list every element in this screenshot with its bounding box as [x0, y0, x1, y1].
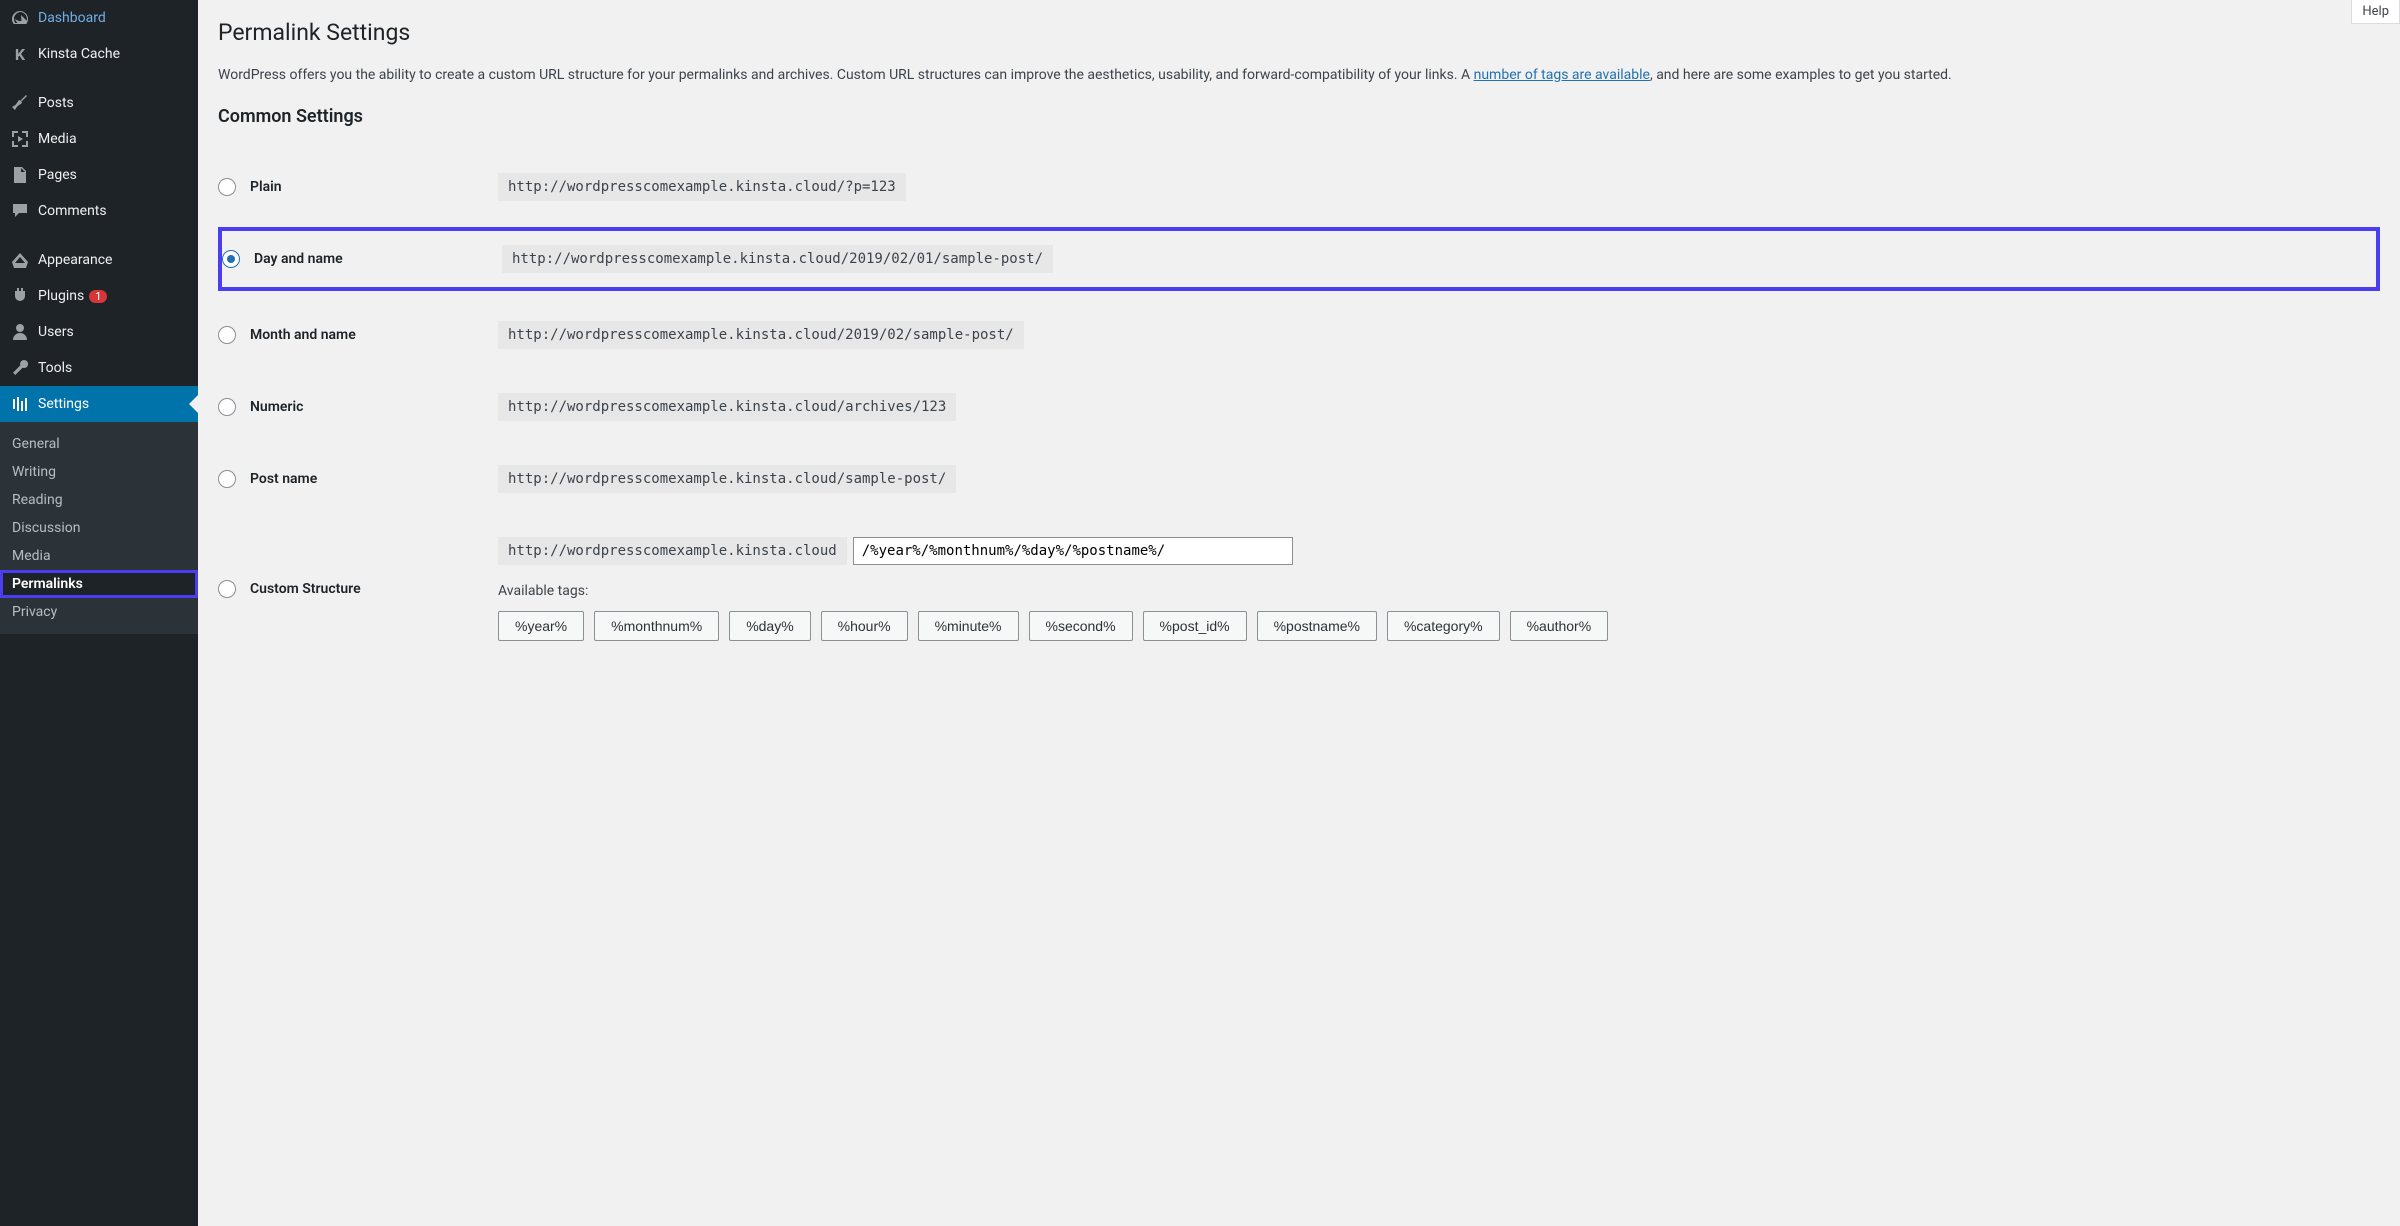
- radio-plain[interactable]: [218, 178, 236, 196]
- sidebar-item-posts[interactable]: Posts: [0, 85, 198, 121]
- option-numeric: Numeric http://wordpresscomexample.kinst…: [218, 393, 2380, 421]
- example-day-name: http://wordpresscomexample.kinsta.cloud/…: [502, 245, 1053, 273]
- users-icon: [10, 322, 30, 342]
- option-day-and-name: Day and name http://wordpresscomexample.…: [218, 227, 2380, 291]
- custom-prefix: http://wordpresscomexample.kinsta.cloud: [498, 537, 847, 565]
- kinsta-icon: K: [10, 44, 30, 64]
- radio-post-name[interactable]: [218, 470, 236, 488]
- example-post-name: http://wordpresscomexample.kinsta.cloud/…: [498, 465, 956, 493]
- sidebar-item-kinsta-cache[interactable]: K Kinsta Cache: [0, 36, 198, 72]
- submenu-item-discussion[interactable]: Discussion: [0, 514, 198, 542]
- sidebar-item-label: Users: [38, 324, 74, 340]
- sidebar-item-media[interactable]: Media: [0, 121, 198, 157]
- submenu-item-privacy[interactable]: Privacy: [0, 598, 198, 626]
- settings-submenu: General Writing Reading Discussion Media…: [0, 422, 198, 634]
- sidebar-item-label: Media: [38, 131, 77, 147]
- sidebar-item-comments[interactable]: Comments: [0, 193, 198, 229]
- label-text: Plain: [250, 179, 282, 195]
- tag-day[interactable]: %day%: [729, 611, 810, 641]
- sidebar-item-tools[interactable]: Tools: [0, 350, 198, 386]
- comments-icon: [10, 201, 30, 221]
- page-title: Permalink Settings: [218, 10, 2380, 50]
- example-numeric: http://wordpresscomexample.kinsta.cloud/…: [498, 393, 956, 421]
- submenu-item-writing[interactable]: Writing: [0, 458, 198, 486]
- sidebar-item-label: Appearance: [38, 252, 112, 268]
- sidebar-item-label: Tools: [38, 360, 72, 376]
- settings-icon: [10, 394, 30, 414]
- label-text: Numeric: [250, 399, 303, 415]
- section-title: Common Settings: [218, 106, 2380, 127]
- tag-category[interactable]: %category%: [1387, 611, 1500, 641]
- tag-postname[interactable]: %postname%: [1257, 611, 1377, 641]
- radio-numeric[interactable]: [218, 398, 236, 416]
- radio-custom[interactable]: [218, 580, 236, 598]
- available-tags-label: Available tags:: [498, 583, 1608, 599]
- sidebar-item-label: Posts: [38, 95, 74, 111]
- radio-day-name[interactable]: [222, 250, 240, 268]
- tools-icon: [10, 358, 30, 378]
- admin-sidebar: Dashboard K Kinsta Cache Posts Media Pag…: [0, 0, 198, 1226]
- option-post-name: Post name http://wordpresscomexample.kin…: [218, 465, 2380, 493]
- sidebar-item-label: Dashboard: [38, 10, 106, 26]
- pages-icon: [10, 165, 30, 185]
- submenu-item-general[interactable]: General: [0, 430, 198, 458]
- submenu-item-media[interactable]: Media: [0, 542, 198, 570]
- dashboard-icon: [10, 8, 30, 28]
- tags-link[interactable]: number of tags are available: [1474, 67, 1650, 83]
- submenu-item-reading[interactable]: Reading: [0, 486, 198, 514]
- tag-author[interactable]: %author%: [1510, 611, 1609, 641]
- label-text: Custom Structure: [250, 581, 361, 597]
- option-label-day-name[interactable]: Day and name: [222, 250, 502, 268]
- sidebar-item-appearance[interactable]: Appearance: [0, 242, 198, 278]
- example-month-name: http://wordpresscomexample.kinsta.cloud/…: [498, 321, 1024, 349]
- label-text: Day and name: [254, 251, 343, 267]
- tag-minute[interactable]: %minute%: [918, 611, 1019, 641]
- tag-post-id[interactable]: %post_id%: [1143, 611, 1247, 641]
- media-icon: [10, 129, 30, 149]
- option-label-numeric[interactable]: Numeric: [218, 398, 498, 416]
- sidebar-item-dashboard[interactable]: Dashboard: [0, 0, 198, 36]
- submenu-item-permalinks[interactable]: Permalinks: [0, 570, 198, 598]
- option-custom: Custom Structure http://wordpresscomexam…: [218, 537, 2380, 641]
- sidebar-item-users[interactable]: Users: [0, 314, 198, 350]
- page-description: WordPress offers you the ability to crea…: [218, 64, 2380, 86]
- custom-structure-input[interactable]: [853, 537, 1293, 565]
- sidebar-item-label: Settings: [38, 396, 89, 412]
- pin-icon: [10, 93, 30, 113]
- option-label-plain[interactable]: Plain: [218, 178, 498, 196]
- available-tags: %year% %monthnum% %day% %hour% %minute% …: [498, 611, 1608, 641]
- option-label-post-name[interactable]: Post name: [218, 470, 498, 488]
- label-text: Post name: [250, 471, 317, 487]
- option-month-and-name: Month and name http://wordpresscomexampl…: [218, 321, 2380, 349]
- tag-second[interactable]: %second%: [1029, 611, 1133, 641]
- option-label-month-name[interactable]: Month and name: [218, 326, 498, 344]
- help-tab[interactable]: Help: [2351, 0, 2400, 24]
- option-plain: Plain http://wordpresscomexample.kinsta.…: [218, 173, 2380, 201]
- sidebar-item-label: Pages: [38, 167, 77, 183]
- radio-month-name[interactable]: [218, 326, 236, 344]
- sidebar-item-pages[interactable]: Pages: [0, 157, 198, 193]
- sidebar-item-plugins[interactable]: Plugins 1: [0, 278, 198, 314]
- appearance-icon: [10, 250, 30, 270]
- plugins-icon: [10, 286, 30, 306]
- tag-year[interactable]: %year%: [498, 611, 584, 641]
- label-text: Month and name: [250, 327, 356, 343]
- tag-hour[interactable]: %hour%: [821, 611, 908, 641]
- option-label-custom[interactable]: Custom Structure: [218, 580, 498, 598]
- sidebar-item-label: Plugins: [38, 288, 84, 304]
- sidebar-item-label: Comments: [38, 203, 107, 219]
- main-content: Help Permalink Settings WordPress offers…: [198, 0, 2400, 1226]
- example-plain: http://wordpresscomexample.kinsta.cloud/…: [498, 173, 906, 201]
- sidebar-item-label: Kinsta Cache: [38, 46, 120, 62]
- sidebar-item-settings[interactable]: Settings: [0, 386, 198, 422]
- tag-monthnum[interactable]: %monthnum%: [594, 611, 719, 641]
- update-badge: 1: [89, 290, 107, 303]
